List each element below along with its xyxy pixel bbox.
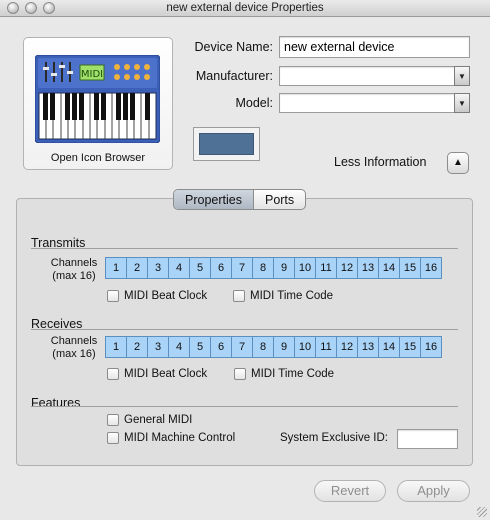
receive-channel-4[interactable]: 4: [168, 336, 190, 358]
general-midi-label: General MIDI: [124, 414, 193, 426]
title-bar: new external device Properties: [0, 0, 490, 17]
transmit-channel-4[interactable]: 4: [168, 257, 190, 279]
chevron-down-icon[interactable]: ▼: [454, 93, 470, 113]
transmit-channel-6[interactable]: 6: [210, 257, 232, 279]
sysex-id-label: System Exclusive ID:: [280, 432, 388, 444]
device-icon-button[interactable]: MIDI Open Icon Browser: [23, 37, 173, 170]
general-midi-checkbox[interactable]: General MIDI: [107, 414, 192, 426]
checkbox-box[interactable]: [233, 290, 245, 302]
features-title: Features: [31, 396, 81, 410]
checkbox-box[interactable]: [107, 432, 119, 444]
features-divider: [31, 406, 458, 407]
receive-channel-13[interactable]: 13: [357, 336, 379, 358]
receive-time-code-checkbox[interactable]: MIDI Time Code: [234, 368, 334, 380]
transmit-time-code-label: MIDI Time Code: [250, 290, 334, 302]
receive-channel-16[interactable]: 16: [420, 336, 442, 358]
window-title: new external device Properties: [166, 2, 324, 14]
receive-channel-10[interactable]: 10: [294, 336, 316, 358]
model-label: Model:: [235, 96, 273, 110]
transmits-channels-label: Channels (max 16): [46, 257, 102, 283]
receive-channel-14[interactable]: 14: [378, 336, 400, 358]
receives-divider: [31, 329, 458, 330]
model-combo[interactable]: ▼: [279, 93, 470, 113]
manufacturer-combo[interactable]: ▼: [279, 66, 470, 86]
revert-button[interactable]: Revert: [314, 480, 386, 502]
transmit-channel-12[interactable]: 12: [336, 257, 358, 279]
tab-ports[interactable]: Ports: [254, 190, 305, 209]
channels-label-line2: (max 16): [52, 348, 96, 360]
receive-channel-6[interactable]: 6: [210, 336, 232, 358]
receive-channel-selector: 1 2 3 4 5 6 7 8 9 10 11 12 13 14 15 16: [105, 336, 442, 358]
resize-grip[interactable]: [477, 507, 487, 517]
transmit-channel-15[interactable]: 15: [399, 257, 421, 279]
receive-channel-9[interactable]: 9: [273, 336, 295, 358]
transmit-beat-clock-checkbox[interactable]: MIDI Beat Clock: [107, 290, 207, 302]
receive-channel-12[interactable]: 12: [336, 336, 358, 358]
checkbox-box[interactable]: [234, 368, 246, 380]
midi-keyboard-icon: MIDI: [35, 55, 160, 143]
receive-channel-3[interactable]: 3: [147, 336, 169, 358]
receive-time-code-label: MIDI Time Code: [251, 368, 335, 380]
transmit-channel-10[interactable]: 10: [294, 257, 316, 279]
channels-label-line1: Channels: [50, 257, 98, 269]
chevron-down-icon[interactable]: ▼: [454, 66, 470, 86]
receive-beat-clock-label: MIDI Beat Clock: [124, 368, 208, 380]
checkbox-box[interactable]: [107, 368, 119, 380]
receive-channel-8[interactable]: 8: [252, 336, 274, 358]
transmit-channel-8[interactable]: 8: [252, 257, 274, 279]
transmit-channel-13[interactable]: 13: [357, 257, 379, 279]
machine-control-checkbox[interactable]: MIDI Machine Control: [107, 432, 235, 444]
transmit-channel-1[interactable]: 1: [105, 257, 127, 279]
icon-caption: Open Icon Browser: [50, 152, 146, 164]
tab-bar: Properties Ports: [173, 189, 307, 210]
transmit-beat-clock-label: MIDI Beat Clock: [124, 290, 208, 302]
receive-channel-2[interactable]: 2: [126, 336, 148, 358]
transmit-channel-9[interactable]: 9: [273, 257, 295, 279]
receive-beat-clock-checkbox[interactable]: MIDI Beat Clock: [107, 368, 207, 380]
icon-display-text: MIDI: [81, 69, 103, 80]
transmit-channel-2[interactable]: 2: [126, 257, 148, 279]
transmit-channel-16[interactable]: 16: [420, 257, 442, 279]
transmit-channel-3[interactable]: 3: [147, 257, 169, 279]
transmit-channel-7[interactable]: 7: [231, 257, 253, 279]
transmit-channel-5[interactable]: 5: [189, 257, 211, 279]
device-color-well[interactable]: [193, 127, 260, 161]
transmit-channel-11[interactable]: 11: [315, 257, 337, 279]
tab-properties[interactable]: Properties: [174, 190, 254, 209]
device-name-field[interactable]: [279, 36, 470, 58]
checkbox-box[interactable]: [107, 414, 119, 426]
sysex-id-field[interactable]: [397, 429, 458, 449]
disclosure-triangle-button[interactable]: ▲: [447, 152, 469, 174]
less-information-label: Less Information: [334, 155, 427, 169]
receive-channel-5[interactable]: 5: [189, 336, 211, 358]
checkbox-box[interactable]: [107, 290, 119, 302]
transmit-channel-14[interactable]: 14: [378, 257, 400, 279]
manufacturer-label: Manufacturer:: [195, 69, 273, 83]
receive-channel-11[interactable]: 11: [315, 336, 337, 358]
channels-label-line2: (max 16): [52, 270, 96, 282]
device-name-label: Device Name:: [194, 40, 274, 54]
receive-channel-15[interactable]: 15: [399, 336, 421, 358]
channels-label-line1: Channels: [50, 335, 98, 347]
apply-button[interactable]: Apply: [397, 480, 470, 502]
transmit-time-code-checkbox[interactable]: MIDI Time Code: [233, 290, 333, 302]
receive-channel-7[interactable]: 7: [231, 336, 253, 358]
color-swatch: [199, 133, 254, 155]
transmit-channel-selector: 1 2 3 4 5 6 7 8 9 10 11 12 13 14 15 16: [105, 257, 442, 279]
transmits-divider: [31, 248, 458, 249]
triangle-up-icon: ▲: [453, 157, 463, 168]
machine-control-label: MIDI Machine Control: [124, 432, 236, 444]
receive-channel-1[interactable]: 1: [105, 336, 127, 358]
receives-channels-label: Channels (max 16): [46, 335, 102, 361]
